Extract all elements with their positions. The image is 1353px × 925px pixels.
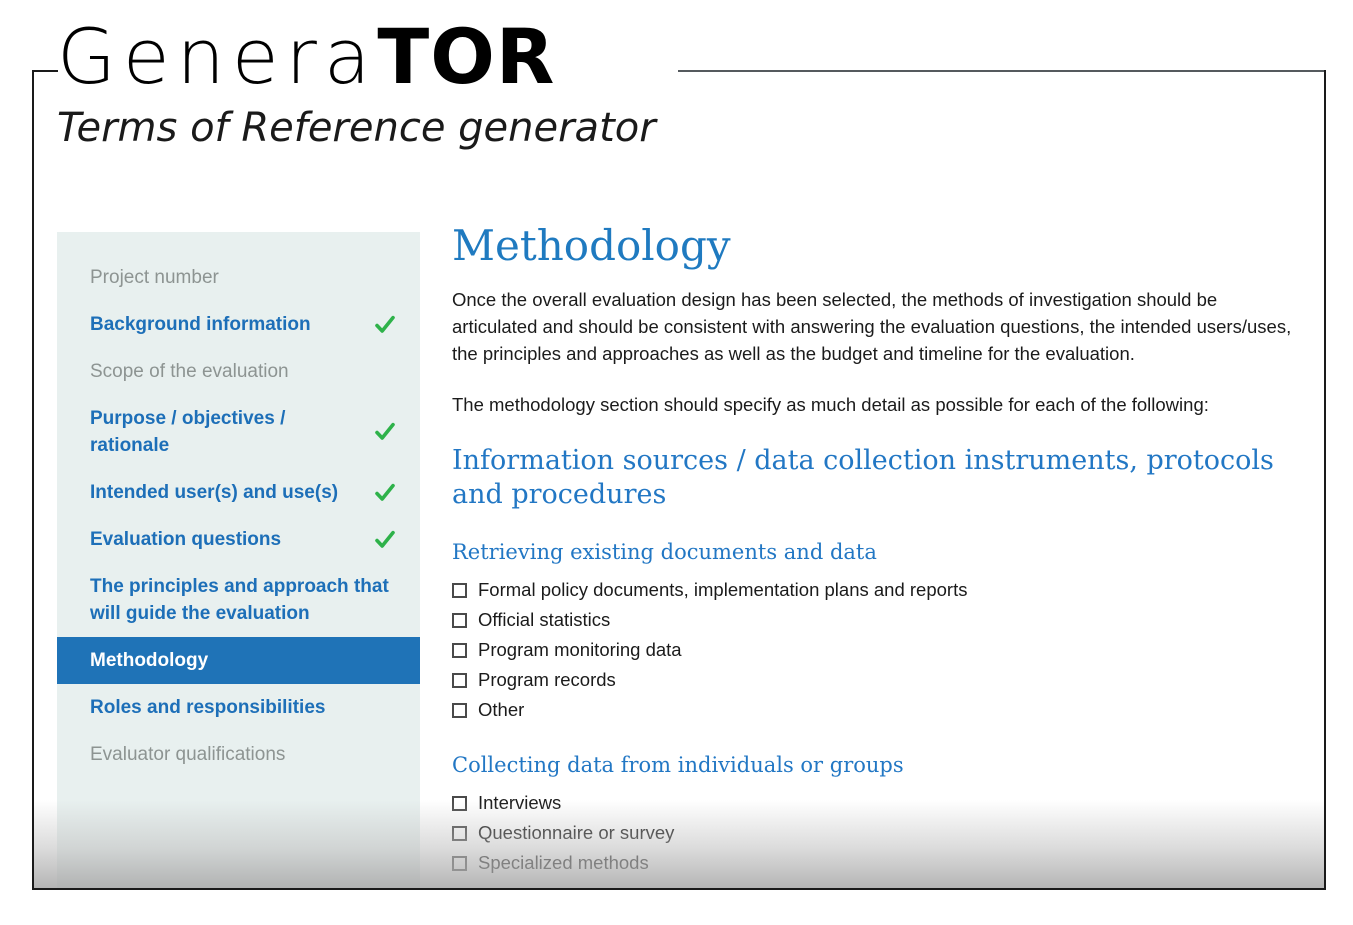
checkmark-icon [374, 529, 396, 551]
checkbox-icon[interactable] [452, 582, 467, 598]
checkbox-row[interactable]: Program records [452, 665, 1312, 695]
checkbox-icon[interactable] [452, 825, 467, 841]
checkbox-label: Specialized methods [478, 852, 649, 873]
checkmark-icon [374, 421, 396, 443]
checkbox-row[interactable]: Questionnaire or survey [452, 818, 1312, 848]
sidebar-item-label: Roles and responsibilities [90, 697, 326, 718]
sidebar-nav: Project number Background information Scop… [57, 232, 420, 888]
sidebar-item-label: Scope of the evaluation [90, 361, 289, 382]
frame-border-bottom [32, 888, 1326, 890]
intro-paragraph: Once the overall evaluation design has b… [452, 289, 1292, 364]
checkbox-label: Questionnaire or survey [478, 822, 675, 843]
checkbox-label: Interviews [478, 792, 562, 813]
checkbox-row[interactable]: Specialized methods [452, 848, 1312, 878]
main-panel: Methodology Once the overall evaluation … [452, 220, 1312, 888]
sidebar-item-label: Purpose / objectives / rationale [90, 408, 286, 456]
checkbox-row[interactable]: Formal policy documents, implementation … [452, 575, 1312, 605]
checkbox-label: Official statistics [478, 609, 611, 630]
frame-border-right [1324, 70, 1326, 890]
brand-title: GeneraTOR [57, 14, 656, 100]
brand-title-light: Genera [57, 12, 378, 101]
sidebar-item-background-information[interactable]: Background information [57, 301, 420, 348]
checkbox-icon[interactable] [452, 702, 467, 718]
checkbox-icon[interactable] [452, 672, 467, 688]
checkbox-row[interactable]: Interviews [452, 788, 1312, 818]
brand-logo: GeneraTOR Terms of Reference generator [57, 14, 656, 152]
brand-subtitle: Terms of Reference generator [57, 105, 656, 151]
checkbox-label: Program records [478, 669, 616, 690]
frame-border-top-right [678, 70, 1326, 72]
checkbox-row[interactable]: Other [452, 695, 1312, 725]
sidebar-item-project-number[interactable]: Project number [57, 254, 420, 301]
sidebar-item-methodology[interactable]: Methodology [57, 637, 420, 684]
checkbox-list: Formal policy documents, implementation … [452, 575, 1312, 725]
group-heading: Retrieving existing documents and data [452, 540, 877, 564]
app-page: GeneraTOR Terms of Reference generator P… [0, 0, 1353, 925]
checkbox-icon[interactable] [452, 855, 467, 871]
sidebar-item-label: Project number [90, 267, 219, 288]
option-groups: Retrieving existing documents and data Fo… [452, 538, 1312, 878]
checkbox-icon[interactable] [452, 642, 467, 658]
sidebar-item-the-principles-and-approach-that-will-guide-the-evaluation[interactable]: The principles and approach that will gu… [57, 563, 420, 637]
checkbox-icon[interactable] [452, 795, 467, 811]
sidebar-item-label: Background information [90, 314, 311, 335]
checkbox-row[interactable]: Official statistics [452, 605, 1312, 635]
sidebar-item-scope-of-the-evaluation[interactable]: Scope of the evaluation [57, 348, 420, 395]
lead-in-paragraph: The methodology section should specify a… [452, 394, 1209, 415]
checkbox-label: Program monitoring data [478, 639, 682, 660]
checkbox-list: Interviews Questionnaire or survey Special… [452, 788, 1312, 878]
sidebar-item-label: Evaluator qualifications [90, 744, 286, 765]
content-area: Project number Background information Scop… [34, 210, 1324, 888]
brand-title-bold: TOR [377, 12, 556, 101]
sidebar-item-label: Methodology [90, 650, 209, 671]
sidebar-item-label: Evaluation questions [90, 529, 282, 550]
sidebar-item-evaluator-qualifications[interactable]: Evaluator qualifications [57, 731, 420, 778]
sidebar-item-roles-and-responsibilities[interactable]: Roles and responsibilities [57, 684, 420, 731]
group-heading: Collecting data from individuals or grou… [452, 753, 904, 777]
frame-border-top-left [32, 70, 58, 72]
checkbox-label: Formal policy documents, implementation … [478, 579, 968, 600]
sidebar-item-purpose-objectives-rationale[interactable]: Purpose / objectives / rationale [57, 395, 420, 469]
sidebar-item-intended-user-s-and-use-s[interactable]: Intended user(s) and use(s) [57, 469, 420, 516]
checkmark-icon [374, 314, 396, 336]
checkbox-row[interactable]: Program monitoring data [452, 635, 1312, 665]
page-title: Methodology [452, 221, 731, 270]
checkbox-label: Other [478, 699, 525, 720]
sidebar-item-label: The principles and approach that will gu… [90, 576, 389, 624]
sidebar-item-evaluation-questions[interactable]: Evaluation questions [57, 516, 420, 563]
sidebar-item-label: Intended user(s) and use(s) [90, 482, 339, 503]
section-heading: Information sources / data collection in… [452, 445, 1274, 510]
checkmark-icon [374, 482, 396, 504]
checkbox-icon[interactable] [452, 612, 467, 628]
